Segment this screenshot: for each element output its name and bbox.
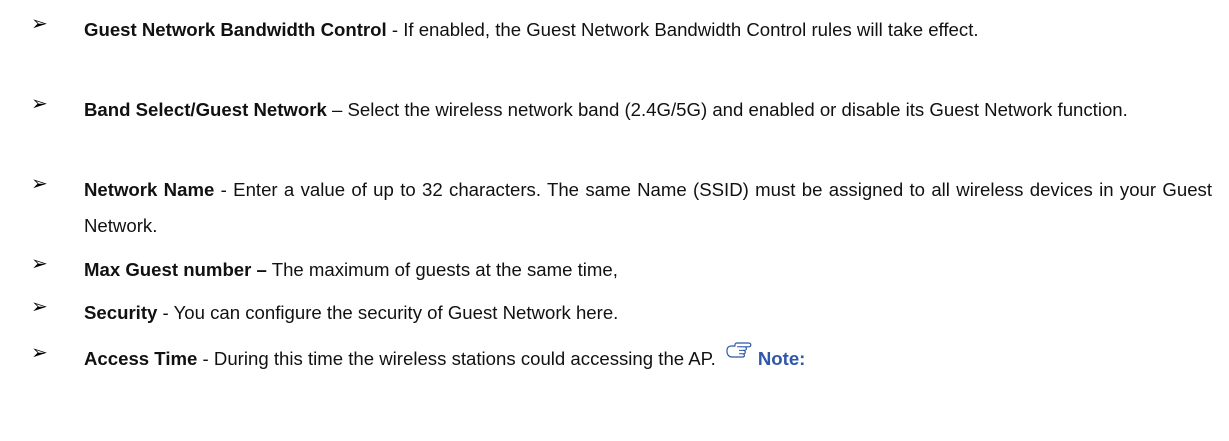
item-term: Guest Network Bandwidth Control (84, 19, 387, 40)
item-term: Access Time (84, 348, 198, 369)
item-text: Max Guest number – The maximum of guests… (84, 252, 1212, 288)
pointing-hand-icon (726, 342, 752, 358)
item-description: - If enabled, the Guest Network Bandwidt… (386, 19, 979, 40)
item-description: - During this time the wireless stations… (197, 348, 716, 369)
item-term: Network Name (84, 179, 215, 200)
item-term: Band Select/Guest Network (84, 99, 327, 120)
item-description: – Select the wireless network band (2.4G… (326, 99, 1128, 120)
arrow-bullet-icon: ➢ (31, 13, 48, 35)
item-text: Network Name - Enter a value of up to 32… (84, 172, 1212, 244)
item-description: - You can configure the security of Gues… (157, 302, 619, 323)
item-text: Access Time - During this time the wirel… (84, 341, 1212, 377)
item-term: Security (84, 302, 158, 323)
arrow-bullet-icon: ➢ (31, 173, 48, 195)
note-label: Note: (757, 348, 806, 369)
arrow-bullet-icon: ➢ (31, 253, 48, 275)
item-text: Guest Network Bandwidth Control - If ena… (84, 12, 1212, 48)
arrow-bullet-icon: ➢ (31, 342, 48, 364)
arrow-bullet-icon: ➢ (31, 296, 48, 318)
item-term: Max Guest number – (84, 259, 267, 280)
item-text: Band Select/Guest Network – Select the w… (84, 92, 1212, 128)
item-text: Security - You can configure the securit… (84, 295, 1212, 331)
arrow-bullet-icon: ➢ (31, 93, 48, 115)
item-description: - Enter a value of up to 32 characters. … (84, 179, 1212, 236)
item-description: The maximum of guests at the same time, (266, 259, 618, 280)
